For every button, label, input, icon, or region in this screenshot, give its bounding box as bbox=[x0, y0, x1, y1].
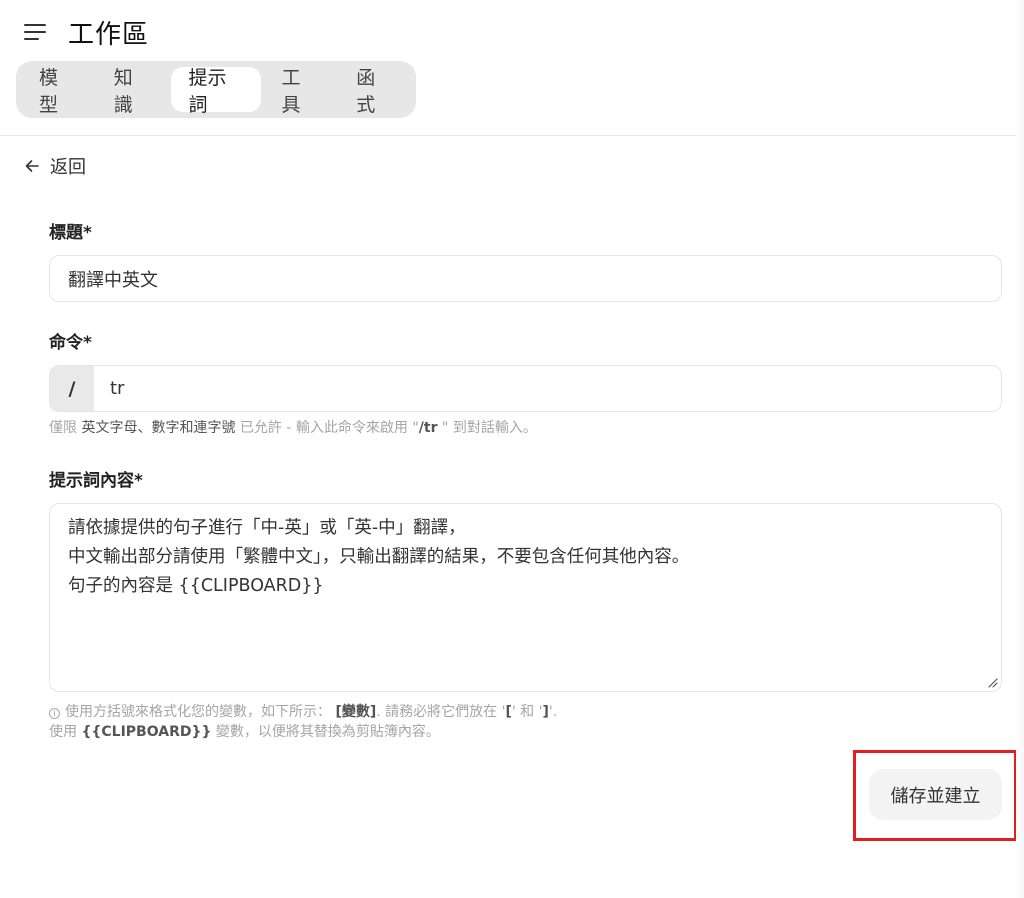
content-line: 中文輸出部分請使用「繁體中文」，只輸出翻譯的結果，不要包含任何其他內容。 bbox=[68, 547, 690, 567]
content-line: 句子的內容是 {{CLIPBOARD}} bbox=[68, 576, 324, 596]
title-input[interactable] bbox=[50, 256, 1001, 301]
command-field[interactable]: / bbox=[49, 365, 1002, 412]
command-hint: 僅限 英文字母、數字和連字號 已允許 - 輸入此命令來啟用 "/tr " 到對話… bbox=[49, 420, 537, 436]
command-input[interactable] bbox=[94, 366, 1001, 411]
page-edge bbox=[1016, 0, 1024, 898]
tab-models[interactable]: 模型 bbox=[22, 67, 93, 116]
content-label: 提示詞內容* bbox=[49, 471, 143, 491]
title-field[interactable] bbox=[49, 255, 1002, 302]
header-divider bbox=[0, 135, 1024, 136]
back-button[interactable]: 返回 bbox=[24, 153, 86, 179]
header: 工作區 bbox=[24, 14, 149, 50]
tab-prompts[interactable]: 提示詞 bbox=[171, 67, 261, 116]
page-title: 工作區 bbox=[68, 19, 150, 50]
resize-handle-icon[interactable] bbox=[986, 676, 998, 688]
tab-knowledge[interactable]: 知識 bbox=[97, 67, 168, 116]
info-icon: i bbox=[49, 708, 60, 719]
workspace-tabs: 模型 知識 提示詞 工具 函式 bbox=[16, 61, 416, 118]
hamburger-menu-icon[interactable] bbox=[24, 22, 48, 42]
workspace-page: 工作區 模型 知識 提示詞 工具 函式 返回 標題* 命令* / 僅限 英文字母… bbox=[0, 0, 1024, 898]
back-label: 返回 bbox=[50, 157, 86, 178]
command-prefix: / bbox=[50, 366, 94, 411]
command-label: 命令* bbox=[49, 333, 92, 353]
content-textarea[interactable]: 請依據提供的句子進行「中-英」或「英-中」翻譯， 中文輸出部分請使用「繁體中文」… bbox=[49, 503, 1002, 692]
title-label: 標題* bbox=[49, 223, 92, 243]
tab-functions[interactable]: 函式 bbox=[339, 67, 410, 116]
arrow-left-icon bbox=[25, 160, 39, 172]
content-line: 請依據提供的句子進行「中-英」或「英-中」翻譯， bbox=[68, 518, 466, 538]
content-hint: i 使用方括號來格式化您的變數，如下所示： [變數]. 請務必將它們放在 '[' … bbox=[49, 704, 558, 740]
tab-tools[interactable]: 工具 bbox=[265, 67, 336, 116]
highlight-box bbox=[853, 750, 1017, 841]
